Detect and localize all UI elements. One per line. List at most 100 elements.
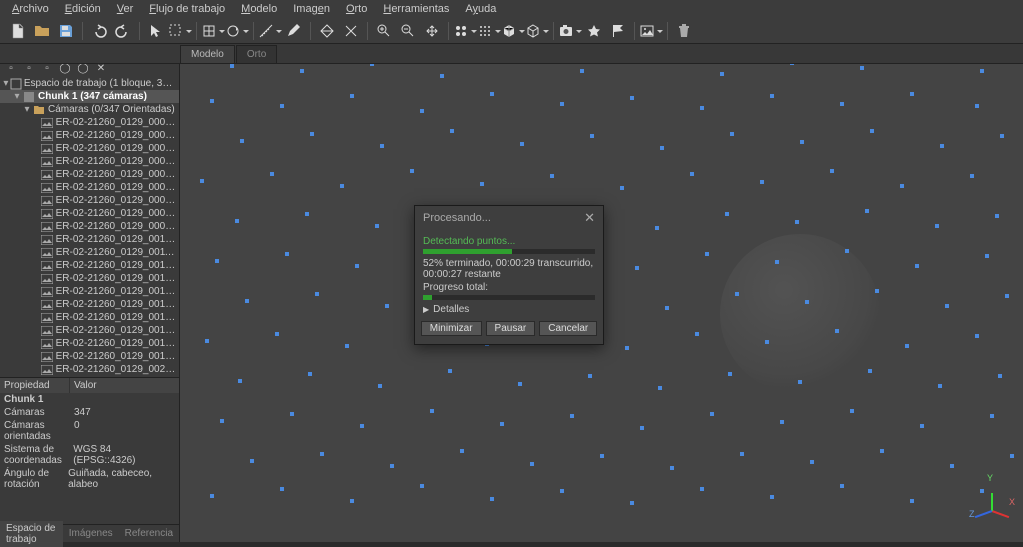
- new-file-button[interactable]: [6, 20, 30, 42]
- tree-row[interactable]: ER-02-21260_0129_0007, NA: [0, 194, 179, 207]
- flag-button[interactable]: [606, 20, 630, 42]
- tree-row[interactable]: ER-02-21260_0129_0003, NA: [0, 142, 179, 155]
- camera-point: [780, 420, 784, 424]
- zoom-out-button[interactable]: [396, 20, 420, 42]
- menu-flujo de trabajo[interactable]: Flujo de trabajo: [141, 1, 233, 17]
- camera-point: [630, 501, 634, 505]
- tree-row[interactable]: ER-02-21260_0129_0018, NA: [0, 337, 179, 350]
- view-mode-4[interactable]: [525, 20, 549, 42]
- camera-point: [530, 462, 534, 466]
- tree-row[interactable]: ER-02-21260_0129_0011, NA: [0, 246, 179, 259]
- tree-row[interactable]: ER-02-21260_0129_0013, NA: [0, 272, 179, 285]
- camera-point: [460, 449, 464, 453]
- redo-button[interactable]: [111, 20, 135, 42]
- camera-point: [220, 419, 224, 423]
- tree-row[interactable]: ER-02-21260_0129_0008, NA: [0, 207, 179, 220]
- dialog-close-icon[interactable]: ✕: [584, 210, 595, 226]
- tree-row[interactable]: ER-02-21260_0129_0009, NA: [0, 220, 179, 233]
- props-header-val: Valor: [70, 378, 101, 393]
- camera-point: [655, 226, 659, 230]
- tree-row[interactable]: ER-02-21260_0129_0017, NA: [0, 324, 179, 337]
- open-folder-button[interactable]: [30, 20, 54, 42]
- camera-point: [975, 334, 979, 338]
- camera-point: [940, 144, 944, 148]
- delete-button[interactable]: [672, 20, 696, 42]
- camera-point: [320, 452, 324, 456]
- menu-orto[interactable]: Orto: [338, 1, 375, 17]
- toolbar-separator: [667, 22, 668, 40]
- menu-ver[interactable]: Ver: [109, 1, 142, 17]
- bottom-tab[interactable]: Referencia: [119, 526, 179, 541]
- edit-tool[interactable]: [282, 20, 306, 42]
- bottom-tab[interactable]: Imágenes: [63, 526, 119, 541]
- menu-herramientas[interactable]: Herramientas: [375, 1, 457, 17]
- workspace-tree[interactable]: ▾Espacio de trabajo (1 bloque, 347 cámar…: [0, 77, 179, 377]
- camera-point: [210, 99, 214, 103]
- tree-row[interactable]: ER-02-21260_0129_0010, NA: [0, 233, 179, 246]
- zoom-fit-button[interactable]: [420, 20, 444, 42]
- menu-ayuda[interactable]: Ayuda: [457, 1, 504, 17]
- camera-point: [658, 386, 662, 390]
- tree-row[interactable]: ER-02-21260_0129_0006, NA: [0, 181, 179, 194]
- camera-point: [1005, 294, 1009, 298]
- camera-point: [735, 292, 739, 296]
- tree-row[interactable]: ER-02-21260_0129_0001, NA: [0, 116, 179, 129]
- tree-row[interactable]: ER-02-21260_0129_0005, NA: [0, 168, 179, 181]
- camera-point: [910, 499, 914, 503]
- camera-point: [385, 304, 389, 308]
- menu-archivo[interactable]: Archivo: [4, 1, 57, 17]
- dialog-pausar-button[interactable]: Pausar: [486, 321, 536, 336]
- camera-point: [840, 102, 844, 106]
- tree-row[interactable]: ER-02-21260_0129_0015, NA: [0, 298, 179, 311]
- reference-button[interactable]: [582, 20, 606, 42]
- tree-row[interactable]: ER-02-21260_0129_0014, NA: [0, 285, 179, 298]
- move-region-tool[interactable]: [201, 20, 225, 42]
- tree-row[interactable]: ▾Cámaras (0/347 Orientadas): [0, 103, 179, 116]
- dialog-minimizar-button[interactable]: Minimizar: [421, 321, 482, 336]
- tree-row[interactable]: ER-02-21260_0129_0002, NA: [0, 129, 179, 142]
- dialog-details-toggle[interactable]: ▶ Detalles: [423, 304, 595, 315]
- zoom-in-button[interactable]: [372, 20, 396, 42]
- dialog-cancelar-button[interactable]: Cancelar: [539, 321, 597, 336]
- crop-tool[interactable]: [315, 20, 339, 42]
- tree-row[interactable]: ▾Espacio de trabajo (1 bloque, 347 cámar…: [0, 77, 179, 90]
- rotate-tool[interactable]: [225, 20, 249, 42]
- tree-row[interactable]: ER-02-21260_0129_0016, NA: [0, 311, 179, 324]
- menu-modelo[interactable]: Modelo: [233, 1, 285, 17]
- dialog-title: Procesando...: [423, 212, 491, 224]
- camera-point: [560, 102, 564, 106]
- tree-row[interactable]: ER-02-21260_0129_0020, NA: [0, 363, 179, 376]
- view-mode-2[interactable]: [477, 20, 501, 42]
- capture-button[interactable]: [558, 20, 582, 42]
- dialog-status-line: Detectando puntos...: [423, 236, 595, 247]
- camera-point: [580, 69, 584, 73]
- bottom-tab[interactable]: Espacio de trabajo: [0, 521, 63, 547]
- toolbar-separator: [367, 22, 368, 40]
- menu-edición[interactable]: Edición: [57, 1, 109, 17]
- camera-point: [730, 132, 734, 136]
- undo-button[interactable]: [87, 20, 111, 42]
- camera-point: [305, 212, 309, 216]
- camera-point: [798, 380, 802, 384]
- save-button[interactable]: [54, 20, 78, 42]
- tree-row[interactable]: ▾Chunk 1 (347 cámaras): [0, 90, 179, 103]
- tree-row[interactable]: ER-02-21260_0129_0019, NA: [0, 350, 179, 363]
- camera-point: [480, 182, 484, 186]
- view-mode-1[interactable]: [453, 20, 477, 42]
- image-button[interactable]: [639, 20, 663, 42]
- camera-point: [375, 224, 379, 228]
- camera-point: [770, 495, 774, 499]
- tree-row[interactable]: ER-02-21260_0129_0004, NA: [0, 155, 179, 168]
- cut-tool[interactable]: [339, 20, 363, 42]
- camera-point: [910, 92, 914, 96]
- camera-point: [250, 459, 254, 463]
- camera-point: [728, 372, 732, 376]
- view-mode-3[interactable]: [501, 20, 525, 42]
- tab-ortho[interactable]: Orto: [236, 45, 277, 63]
- tree-row[interactable]: ER-02-21260_0129_0012, NA: [0, 259, 179, 272]
- tab-model[interactable]: Modelo: [180, 45, 235, 63]
- pointer-tool[interactable]: [144, 20, 168, 42]
- rect-select-tool[interactable]: [168, 20, 192, 42]
- menu-imagen[interactable]: Imagen: [285, 1, 338, 17]
- ruler-tool[interactable]: [258, 20, 282, 42]
